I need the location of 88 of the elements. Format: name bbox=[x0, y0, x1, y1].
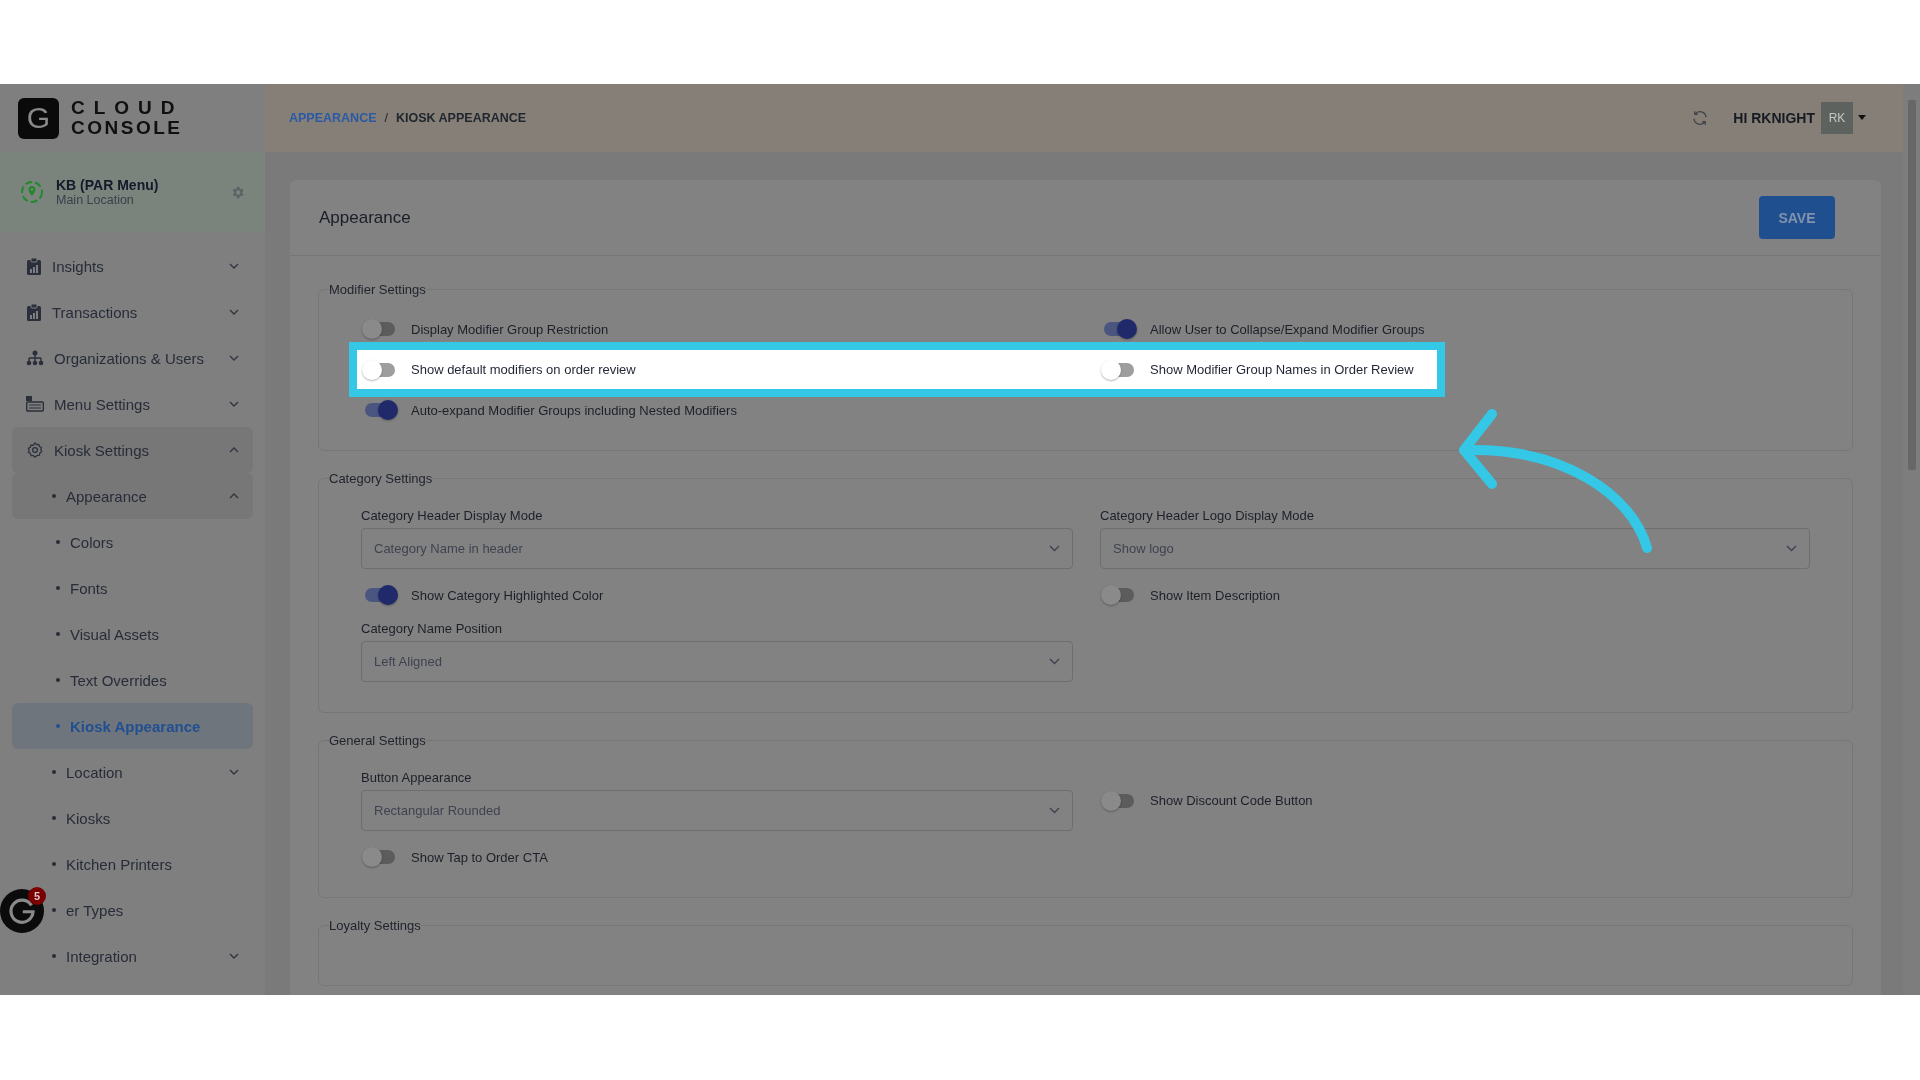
logo-mark: G bbox=[18, 97, 59, 139]
bullet-icon bbox=[52, 770, 56, 774]
settings-icon bbox=[26, 441, 44, 459]
hierarchy-icon bbox=[26, 350, 44, 366]
settings-icon[interactable] bbox=[230, 184, 245, 200]
toggle-label: Show Tap to Order CTA bbox=[411, 849, 548, 865]
group-title: General Settings bbox=[329, 733, 426, 748]
toggle-switch[interactable] bbox=[1104, 588, 1134, 602]
toggle-label: Show Modifier Group Names in Order Review bbox=[1150, 362, 1414, 377]
toggle-label: Auto-expand Modifier Groups including Nested Modifiers bbox=[411, 402, 737, 418]
chevron-icon bbox=[1786, 545, 1797, 552]
breadcrumb-current: KIOSK APPEARANCE bbox=[396, 111, 527, 125]
toggle-switch[interactable] bbox=[365, 403, 395, 417]
bullet-icon bbox=[52, 494, 56, 498]
chevron-icon bbox=[229, 355, 239, 361]
user-avatar[interactable]: RK bbox=[1821, 102, 1853, 134]
chevron-icon bbox=[1049, 545, 1060, 552]
refresh-icon[interactable] bbox=[1691, 109, 1710, 127]
card-icon bbox=[26, 396, 44, 412]
toggle-switch[interactable] bbox=[365, 850, 395, 864]
field-label: Button Appearance bbox=[361, 770, 473, 785]
select-field[interactable]: Category Name in header bbox=[361, 528, 1073, 569]
chevron-icon bbox=[229, 953, 239, 959]
bullet-icon bbox=[56, 586, 60, 590]
toggle-label: Show Discount Code Button bbox=[1150, 793, 1313, 808]
field-label: Category Header Display Mode bbox=[361, 508, 544, 523]
sidebar-item[interactable]: Transactions bbox=[12, 289, 253, 335]
bullet-icon bbox=[52, 908, 56, 912]
sidebar-item[interactable]: er Types bbox=[52, 887, 124, 933]
chevron-icon bbox=[1049, 658, 1060, 665]
field-label: Category Header Logo Display Mode bbox=[1100, 508, 1315, 523]
bullet-icon bbox=[56, 724, 60, 728]
sidebar-item[interactable]: Kiosk Settings bbox=[12, 427, 253, 473]
bullet-icon bbox=[52, 816, 56, 820]
sidebar-item[interactable]: Organizations & Users bbox=[12, 335, 253, 381]
sidebar-item[interactable]: Colors bbox=[12, 519, 253, 565]
toggle-switch[interactable] bbox=[365, 362, 395, 377]
sidebar-item[interactable]: Insights bbox=[12, 243, 253, 289]
location-name: KB (PAR Menu) bbox=[56, 177, 160, 193]
bullet-icon bbox=[52, 862, 56, 866]
sidebar-item[interactable]: Location bbox=[12, 749, 253, 795]
sidebar-item[interactable]: Kitchen Printers bbox=[52, 841, 172, 887]
chevron-icon bbox=[229, 263, 239, 269]
select-field[interactable]: Rectangular Rounded bbox=[361, 790, 1073, 831]
clipboard-chart-icon bbox=[26, 257, 42, 275]
toggle-label: Display Modifier Group Restriction bbox=[411, 321, 609, 337]
toggle-label: Show default modifiers on order review bbox=[411, 362, 636, 377]
bullet-icon bbox=[52, 954, 56, 958]
chevron-icon bbox=[229, 769, 239, 775]
sidebar-item[interactable]: Kiosks bbox=[52, 795, 111, 841]
group-title: Category Settings bbox=[329, 471, 433, 486]
bullet-icon bbox=[56, 540, 60, 544]
toggle-switch[interactable] bbox=[1104, 322, 1134, 336]
toggle-label: Show Category Highlighted Color bbox=[411, 587, 604, 603]
toggle-label: Allow User to Collapse/Expand Modifier Groups bbox=[1150, 321, 1425, 337]
breadcrumb-separator: / bbox=[384, 111, 388, 125]
sidebar-item[interactable]: Text Overrides bbox=[12, 657, 253, 703]
chevron-icon bbox=[229, 309, 239, 315]
chevron-icon bbox=[229, 447, 239, 453]
toggle-switch[interactable] bbox=[365, 322, 395, 336]
user-greeting[interactable]: HI RKNIGHT bbox=[1733, 110, 1815, 126]
sidebar-item[interactable]: Menu Settings bbox=[12, 381, 253, 427]
field-label: Category Name Position bbox=[361, 621, 503, 636]
toggle-switch[interactable] bbox=[365, 588, 395, 602]
chevron-icon bbox=[229, 401, 239, 407]
group-title: Modifier Settings bbox=[329, 282, 426, 297]
logo-text: CLOUD bbox=[71, 98, 184, 118]
sidebar-item[interactable]: Integration bbox=[12, 933, 253, 979]
logo-text: CONSOLE bbox=[71, 118, 184, 138]
sidebar-item[interactable]: Fonts bbox=[12, 565, 253, 611]
bullet-icon bbox=[56, 678, 60, 682]
toggle-label: Show Item Description bbox=[1150, 587, 1281, 603]
chevron-icon bbox=[229, 493, 239, 499]
chevron-icon bbox=[1049, 807, 1060, 814]
toggle-switch[interactable] bbox=[1104, 362, 1134, 377]
bullet-icon bbox=[56, 632, 60, 636]
select-field[interactable]: Show logo bbox=[1100, 528, 1810, 569]
save-button[interactable]: SAVE bbox=[1759, 196, 1835, 239]
caret-icon[interactable] bbox=[1857, 115, 1867, 121]
sidebar-item[interactable]: Appearance bbox=[12, 473, 253, 519]
location-subtitle: Main Location bbox=[56, 193, 135, 207]
sidebar-item[interactable]: Visual Assets bbox=[12, 611, 253, 657]
clipboard-chart-icon bbox=[26, 303, 42, 321]
group-title: Loyalty Settings bbox=[329, 918, 421, 933]
card-title: Appearance bbox=[319, 207, 411, 228]
toggle-switch[interactable] bbox=[1104, 793, 1134, 808]
location-pin-icon bbox=[20, 180, 44, 204]
select-field[interactable]: Left Aligned bbox=[361, 641, 1073, 682]
